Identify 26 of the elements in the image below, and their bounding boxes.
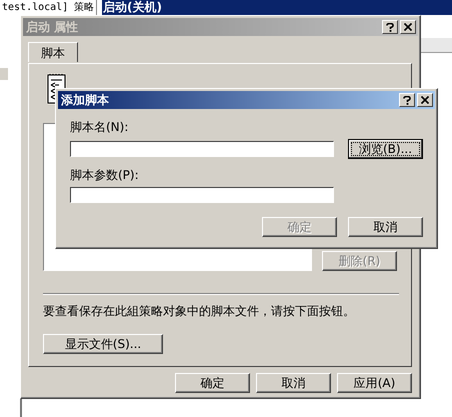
close-button[interactable] (417, 93, 433, 107)
field-label: 脚本参数(P): (70, 167, 140, 184)
input-field[interactable] (70, 141, 334, 157)
tree-item-background (0, 68, 8, 80)
window-title: 启动(关机) (103, 0, 162, 14)
help-icon (386, 22, 394, 32)
close-icon (421, 96, 429, 104)
dialog-button[interactable]: 取消 (256, 373, 331, 393)
input-field[interactable] (70, 187, 334, 203)
dialog-button[interactable]: 取消 (348, 217, 423, 237)
browse-button[interactable]: 浏览(B)... (348, 139, 423, 159)
help-button[interactable] (399, 93, 415, 107)
help-button[interactable] (382, 20, 398, 34)
field-label: 脚本名(N): (70, 119, 130, 136)
window-title: 添加脚本 (61, 92, 109, 108)
path-label: test.local] 策略 (0, 0, 98, 15)
help-icon (403, 96, 411, 104)
hint-text: 要查看保存在此組策略对象中的脚本文件，请按下面按钮。 (43, 303, 356, 320)
dialog-button[interactable]: 确定 (175, 373, 250, 393)
show-files-button[interactable]: 显示文件(S)... (43, 334, 163, 354)
pane-background (420, 38, 452, 53)
dialog-button[interactable]: 应用(A) (337, 373, 412, 393)
close-button[interactable] (400, 20, 416, 34)
close-icon (404, 23, 412, 31)
window-title: 启动 属性 (26, 18, 78, 36)
tab[interactable]: 脚本 (28, 42, 78, 62)
